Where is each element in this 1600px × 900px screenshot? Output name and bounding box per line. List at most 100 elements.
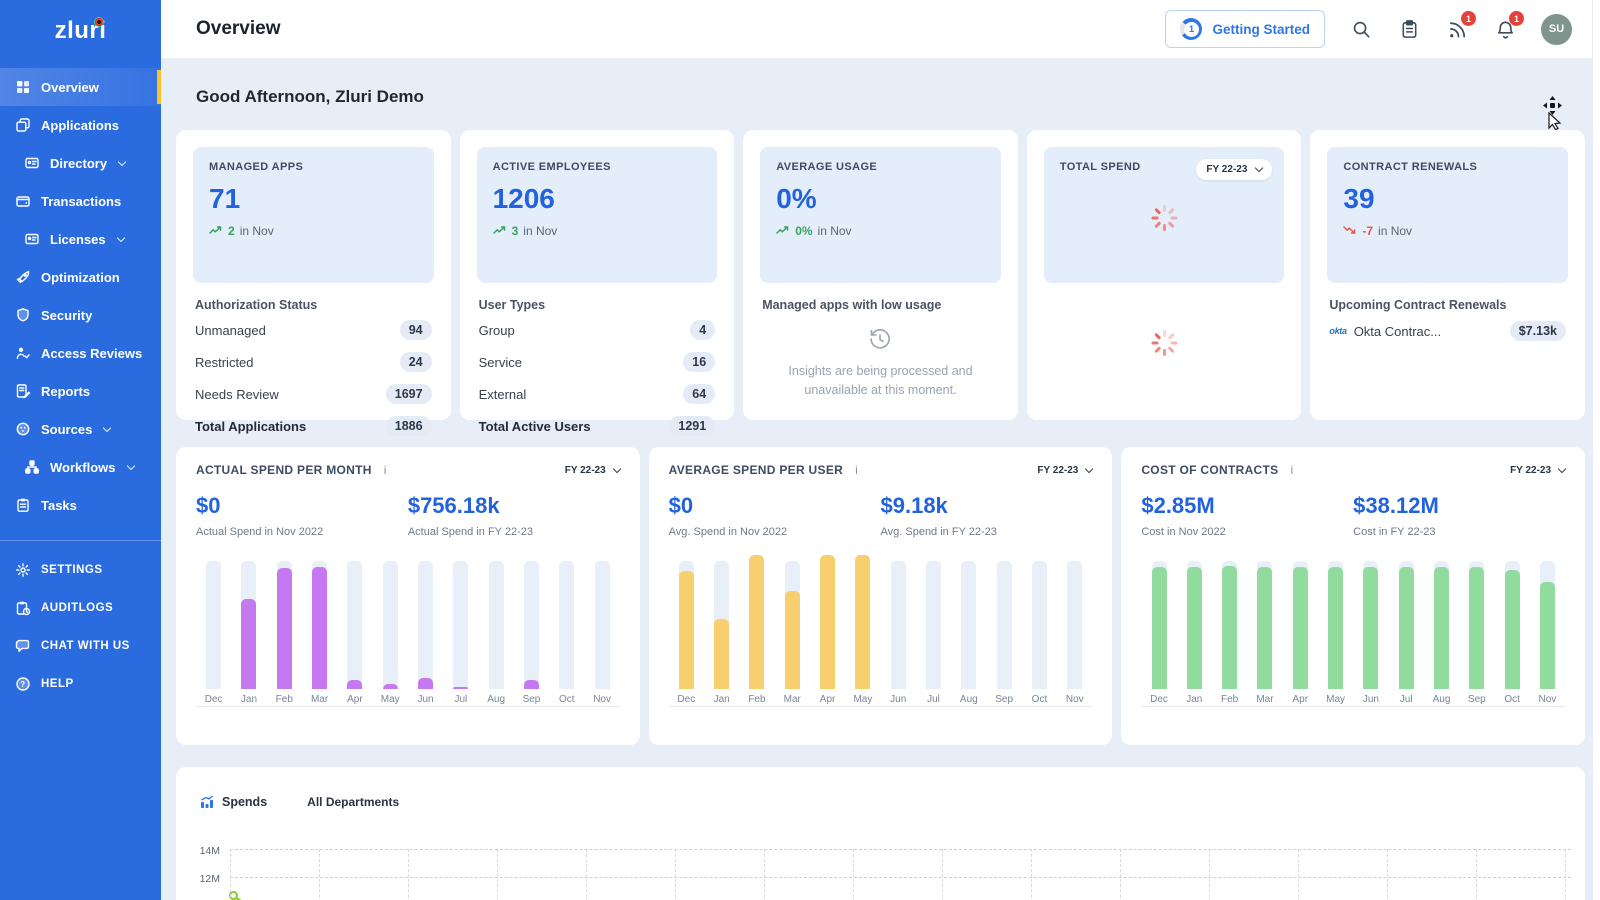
bar-feb[interactable]: Feb	[267, 555, 302, 706]
x-tick-label: Nov	[593, 694, 611, 705]
bar-feb[interactable]: Feb	[1212, 555, 1247, 706]
bar-jul[interactable]: Jul	[1389, 555, 1424, 706]
bar-jun[interactable]: Jun	[1353, 555, 1388, 706]
bar-mar[interactable]: Mar	[1247, 555, 1282, 706]
x-tick-label: Nov	[1539, 694, 1557, 705]
bar-sep[interactable]: Sep	[1459, 555, 1494, 706]
bar-jan[interactable]: Jan	[231, 555, 266, 706]
fy-dropdown[interactable]: FY 22-23	[1510, 465, 1565, 476]
bar-oct[interactable]: Oct	[549, 555, 584, 706]
bar-sep[interactable]: Sep	[514, 555, 549, 706]
stat-row-label: Unmanaged	[195, 323, 266, 338]
bar-oct[interactable]: Oct	[1022, 555, 1057, 706]
stat-row-external: External 64	[477, 378, 718, 410]
sidebar-item-sources[interactable]: Sources	[0, 410, 161, 448]
notifications-bell-icon[interactable]: 1	[1493, 17, 1517, 41]
sidebar-item-label: Access Reviews	[41, 346, 142, 361]
sidebar-item-access-reviews[interactable]: Access Reviews	[0, 334, 161, 372]
stat-row-total-active-users: Total Active Users 1291	[477, 410, 718, 442]
bar-dec[interactable]: Dec	[669, 555, 704, 706]
spends-header: Spends All Departments	[200, 795, 1561, 809]
sidebar-item-applications[interactable]: Applications	[0, 106, 161, 144]
sidebar-item-directory[interactable]: Directory	[0, 144, 161, 182]
sidebar-item-optimization[interactable]: Optimization	[0, 258, 161, 296]
stat-row-label: Total Active Users	[479, 419, 591, 434]
sidebar-item-help[interactable]: ? HELP	[0, 665, 161, 703]
bar-dec[interactable]: Dec	[1141, 555, 1176, 706]
fy-dropdown[interactable]: FY 22-23	[1037, 465, 1092, 476]
x-tick-label: Aug	[960, 694, 978, 705]
bar-oct[interactable]: Oct	[1494, 555, 1529, 706]
sidebar-item-transactions[interactable]: Transactions	[0, 182, 161, 220]
bar-jul[interactable]: Jul	[443, 555, 478, 706]
renewal-row-okta[interactable]: okta Okta Contrac... $7.13k	[1327, 314, 1568, 348]
contract-renewals-delta: -7in Nov	[1343, 224, 1552, 238]
spends-label: Spends	[200, 795, 267, 809]
bar-apr[interactable]: Apr	[337, 555, 372, 706]
bar-aug[interactable]: Aug	[1424, 555, 1459, 706]
security-icon	[14, 307, 31, 324]
bar-jan[interactable]: Jan	[704, 555, 739, 706]
sidebar-item-overview[interactable]: Overview	[0, 68, 161, 106]
bar-nov[interactable]: Nov	[584, 555, 619, 706]
user-avatar[interactable]: SU	[1541, 14, 1572, 45]
bar-sep[interactable]: Sep	[986, 555, 1021, 706]
sidebar-item-chat-with-us[interactable]: CHAT WITH US	[0, 627, 161, 665]
bar-dec[interactable]: Dec	[196, 555, 231, 706]
whats-new-broadcast-icon[interactable]: 1	[1445, 17, 1469, 41]
bar-aug[interactable]: Aug	[479, 555, 514, 706]
bar-chart: Dec Jan Feb Mar	[669, 555, 1093, 707]
getting-started-button[interactable]: 1 Getting Started	[1165, 10, 1325, 48]
chevron-down-icon	[116, 233, 124, 241]
task-clipboard-icon[interactable]	[1397, 17, 1421, 41]
spends-card: Spends All Departments 14M 12M	[176, 767, 1585, 900]
sidebar-item-label: Applications	[41, 118, 119, 133]
search-icon[interactable]	[1349, 17, 1373, 41]
sidebar-item-licenses[interactable]: Licenses	[0, 220, 161, 258]
bar-mar[interactable]: Mar	[775, 555, 810, 706]
stat-current-label: Avg. Spend in Nov 2022	[669, 526, 881, 538]
stat-row-value-badge: 1291	[669, 416, 715, 436]
bar-jul[interactable]: Jul	[916, 555, 951, 706]
bar-jun[interactable]: Jun	[408, 555, 443, 706]
total-spend-fy-dropdown[interactable]: FY 22-23	[1196, 159, 1272, 180]
bar-nov[interactable]: Nov	[1530, 555, 1565, 706]
x-tick-label: Jan	[241, 694, 257, 705]
optimization-icon	[14, 269, 31, 286]
bar-may[interactable]: May	[373, 555, 408, 706]
y-tick-14m: 14M	[186, 845, 220, 857]
chevron-down-icon	[408, 796, 416, 804]
fy-dropdown[interactable]: FY 22-23	[565, 465, 620, 476]
sidebar-item-auditlogs[interactable]: AUDITLOGS	[0, 589, 161, 627]
x-tick-label: Apr	[347, 694, 363, 705]
sidebar-item-workflows[interactable]: Workflows	[0, 448, 161, 486]
bar-apr[interactable]: Apr	[1283, 555, 1318, 706]
bar-mar[interactable]: Mar	[302, 555, 337, 706]
brand-logo[interactable]: zluri	[0, 0, 161, 62]
scrollbar-track[interactable]	[1592, 0, 1600, 900]
sidebar-item-tasks[interactable]: Tasks	[0, 486, 161, 524]
sidebar-item-settings[interactable]: SETTINGS	[0, 551, 161, 589]
bar-may[interactable]: May	[1318, 555, 1353, 706]
info-icon[interactable]: i	[855, 463, 858, 477]
bar-may[interactable]: May	[845, 555, 880, 706]
departments-dropdown[interactable]: All Departments	[307, 795, 415, 809]
x-tick-label: Sep	[523, 694, 541, 705]
stat-fy-value: $756.18k	[408, 493, 620, 519]
auditlogs-icon	[14, 600, 31, 617]
chevron-down-icon	[1558, 464, 1566, 472]
bar-nov[interactable]: Nov	[1057, 555, 1092, 706]
sidebar-item-reports[interactable]: Reports	[0, 372, 161, 410]
sidebar-item-security[interactable]: Security	[0, 296, 161, 334]
bar-jun[interactable]: Jun	[881, 555, 916, 706]
card-total-spend: TOTAL SPEND FY 22-23	[1027, 130, 1302, 420]
stat-current-label: Cost in Nov 2022	[1141, 526, 1353, 538]
info-icon[interactable]: i	[1290, 463, 1293, 477]
sidebar-item-label: Optimization	[41, 270, 120, 285]
info-icon[interactable]: i	[384, 463, 387, 477]
getting-started-label: Getting Started	[1212, 22, 1310, 37]
bar-apr[interactable]: Apr	[810, 555, 845, 706]
bar-aug[interactable]: Aug	[951, 555, 986, 706]
bar-jan[interactable]: Jan	[1177, 555, 1212, 706]
bar-feb[interactable]: Feb	[739, 555, 774, 706]
